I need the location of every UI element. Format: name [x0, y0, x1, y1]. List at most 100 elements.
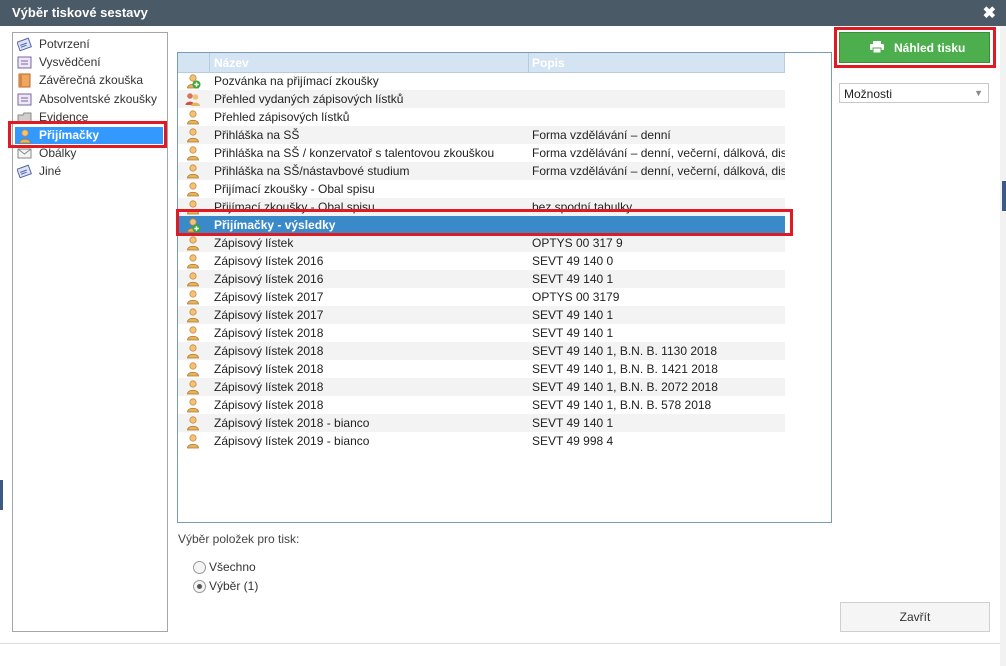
background-edge: [1000, 26, 1006, 666]
table-row[interactable]: Přijímací zkoušky - Obal spisu: [178, 180, 785, 198]
row-description: SEVT 49 140 1: [532, 326, 614, 340]
printer-icon: [870, 41, 884, 53]
row-name: Přihláška na SŠ/nástavbové studium: [214, 164, 410, 178]
row-name: Přijímací zkoušky - Obal spisu: [214, 182, 375, 196]
table-row[interactable]: Zápisový lístek 2019 - bianco SEVT 49 998…: [178, 432, 785, 450]
table-row[interactable]: Zápisový lístek 2016 SEVT 49 140 0: [178, 252, 785, 270]
row-name: Přehled zápisových lístků: [214, 110, 350, 124]
print-preview-label: Náhled tisku: [894, 41, 966, 55]
report-card-icon: [17, 55, 32, 70]
table-row[interactable]: Zápisový lístek 2018 SEVT 49 140 1, B.N. …: [178, 360, 785, 378]
person-icon: [185, 415, 201, 431]
row-name: Přijímačky - výsledky: [214, 218, 336, 232]
tree-item-6[interactable]: Přijímačky: [15, 127, 163, 144]
row-description: SEVT 49 998 4: [532, 434, 614, 448]
person-icon: [185, 109, 201, 125]
background-marker: [1002, 181, 1006, 211]
person-group-icon: [185, 91, 201, 107]
person-icon: [185, 361, 201, 377]
row-name: Přihláška na SŠ: [214, 128, 300, 142]
close-button[interactable]: Zavřít: [840, 602, 990, 632]
person-icon: [17, 128, 32, 144]
row-description: OPTYS 00 3179: [532, 290, 620, 304]
add-person-icon: [185, 217, 201, 233]
table-row[interactable]: Zápisový lístek 2018 - bianco SEVT 49 140…: [178, 414, 785, 432]
envelope-icon: [17, 146, 32, 161]
row-name: Pozvánka na přijímací zkoušky: [214, 74, 379, 88]
person-icon: [185, 163, 201, 179]
table-row[interactable]: Zápisový lístek 2017 OPTYS 00 3179: [178, 288, 785, 306]
window-titlebar: Výběr tiskové sestavy ✖: [0, 0, 1006, 26]
table-row[interactable]: Pozvánka na přijímací zkoušky: [178, 72, 785, 90]
table-row[interactable]: Zápisový lístek 2018 SEVT 49 140 1, B.N. …: [178, 378, 785, 396]
row-name: Zápisový lístek 2018: [214, 380, 324, 394]
tree-item-label: Evidence: [39, 109, 89, 124]
row-description: SEVT 49 140 1, B.N. B. 1421 2018: [532, 362, 718, 376]
category-tree: Potvrzení Vysvědčení Závěrečná zkouška Abso…: [12, 32, 168, 632]
person-icon: [185, 127, 201, 143]
row-description: SEVT 49 140 1: [532, 272, 614, 286]
table-row[interactable]: Přijímačky - výsledky: [178, 216, 785, 234]
row-description: SEVT 49 140 0: [532, 254, 614, 268]
table-row[interactable]: Přijímací zkoušky - Obal spisu bez spodní…: [178, 198, 785, 216]
row-description: Forma vzdělávání – denní, večerní, dálko…: [532, 146, 785, 160]
row-description: SEVT 49 140 1, B.N. B. 2072 2018: [532, 380, 718, 394]
certificate-icon: [16, 37, 32, 52]
table-row[interactable]: Zápisový lístek 2018 SEVT 49 140 1: [178, 324, 785, 342]
person-icon: [185, 433, 201, 449]
add-person-icon: [185, 73, 201, 89]
tree-item-label: Závěrečná zkouška: [39, 73, 144, 88]
column-separator: [528, 53, 529, 72]
table-row[interactable]: Přihláška na SŠ / konzervatoř s talentov…: [178, 144, 785, 162]
person-icon: [185, 253, 201, 269]
table-row[interactable]: Přihláška na SŠ/nástavbové studium Forma …: [178, 162, 785, 180]
row-name: Zápisový lístek 2018: [214, 398, 324, 412]
close-button-label: Zavřít: [899, 610, 931, 624]
radio-all-label: Všechno: [209, 560, 256, 574]
footer-divider: [0, 643, 1000, 644]
row-name: Zápisový lístek 2018: [214, 326, 324, 340]
options-dropdown[interactable]: Možnosti ▼: [839, 83, 989, 103]
background-marker: [0, 480, 3, 510]
close-icon[interactable]: ✖: [983, 3, 996, 23]
table-row[interactable]: Zápisový lístek 2018 SEVT 49 140 1, B.N. …: [178, 342, 785, 360]
table-row[interactable]: Přehled zápisových lístků: [178, 108, 785, 126]
row-name: Přihláška na SŠ / konzervatoř s talentov…: [214, 146, 495, 160]
row-name: Zápisový lístek 2017: [214, 290, 324, 304]
tree-item-label: Obálky: [39, 146, 77, 161]
row-description: SEVT 49 140 1: [532, 416, 614, 430]
table-row[interactable]: Zápisový lístek 2016 SEVT 49 140 1: [178, 270, 785, 288]
row-description: SEVT 49 140 1, B.N. B. 1130 2018: [532, 344, 718, 358]
person-icon: [185, 343, 201, 359]
table-row[interactable]: Přihláška na SŠ Forma vzdělávání – denní: [178, 126, 785, 144]
options-dropdown-value: Možnosti: [844, 87, 893, 101]
row-name: Zápisový lístek 2018 - bianco: [214, 416, 370, 430]
table-row[interactable]: Zápisový lístek 2018 SEVT 49 140 1, B.N. …: [178, 396, 785, 414]
row-name: Zápisový lístek 2016: [214, 254, 324, 268]
table-row[interactable]: Zápisový lístek 2017 SEVT 49 140 1: [178, 306, 785, 324]
table-row[interactable]: Přehled vydaných zápisových lístků: [178, 90, 785, 108]
book-icon: [17, 73, 32, 88]
column-header-description[interactable]: Popis: [532, 56, 565, 70]
column-header-name[interactable]: Název: [214, 56, 249, 70]
radio-all[interactable]: Všechno: [193, 560, 313, 576]
person-icon: [185, 379, 201, 395]
person-icon: [185, 325, 201, 341]
print-preview-button[interactable]: Náhled tisku: [839, 32, 990, 63]
person-icon: [185, 145, 201, 161]
row-name: Zápisový lístek: [214, 236, 294, 250]
radio-selection[interactable]: Výběr (1): [193, 579, 313, 595]
row-name: Zápisový lístek 2018: [214, 344, 324, 358]
tree-item-label: Jiné: [39, 164, 62, 179]
tree-item-label: Potvrzení: [39, 37, 90, 51]
person-icon: [185, 181, 201, 197]
row-name: Přijímací zkoušky - Obal spisu: [214, 200, 375, 214]
grid-header: Název Popis: [178, 53, 785, 73]
radio-all-indicator: [193, 561, 206, 574]
person-icon: [185, 235, 201, 251]
row-description: OPTYS 00 317 9: [532, 236, 623, 250]
table-row[interactable]: Zápisový lístek OPTYS 00 317 9: [178, 234, 785, 252]
row-description: bez spodní tabulky: [532, 200, 633, 214]
radio-selection-indicator: [193, 580, 206, 593]
row-description: SEVT 49 140 1: [532, 308, 614, 322]
